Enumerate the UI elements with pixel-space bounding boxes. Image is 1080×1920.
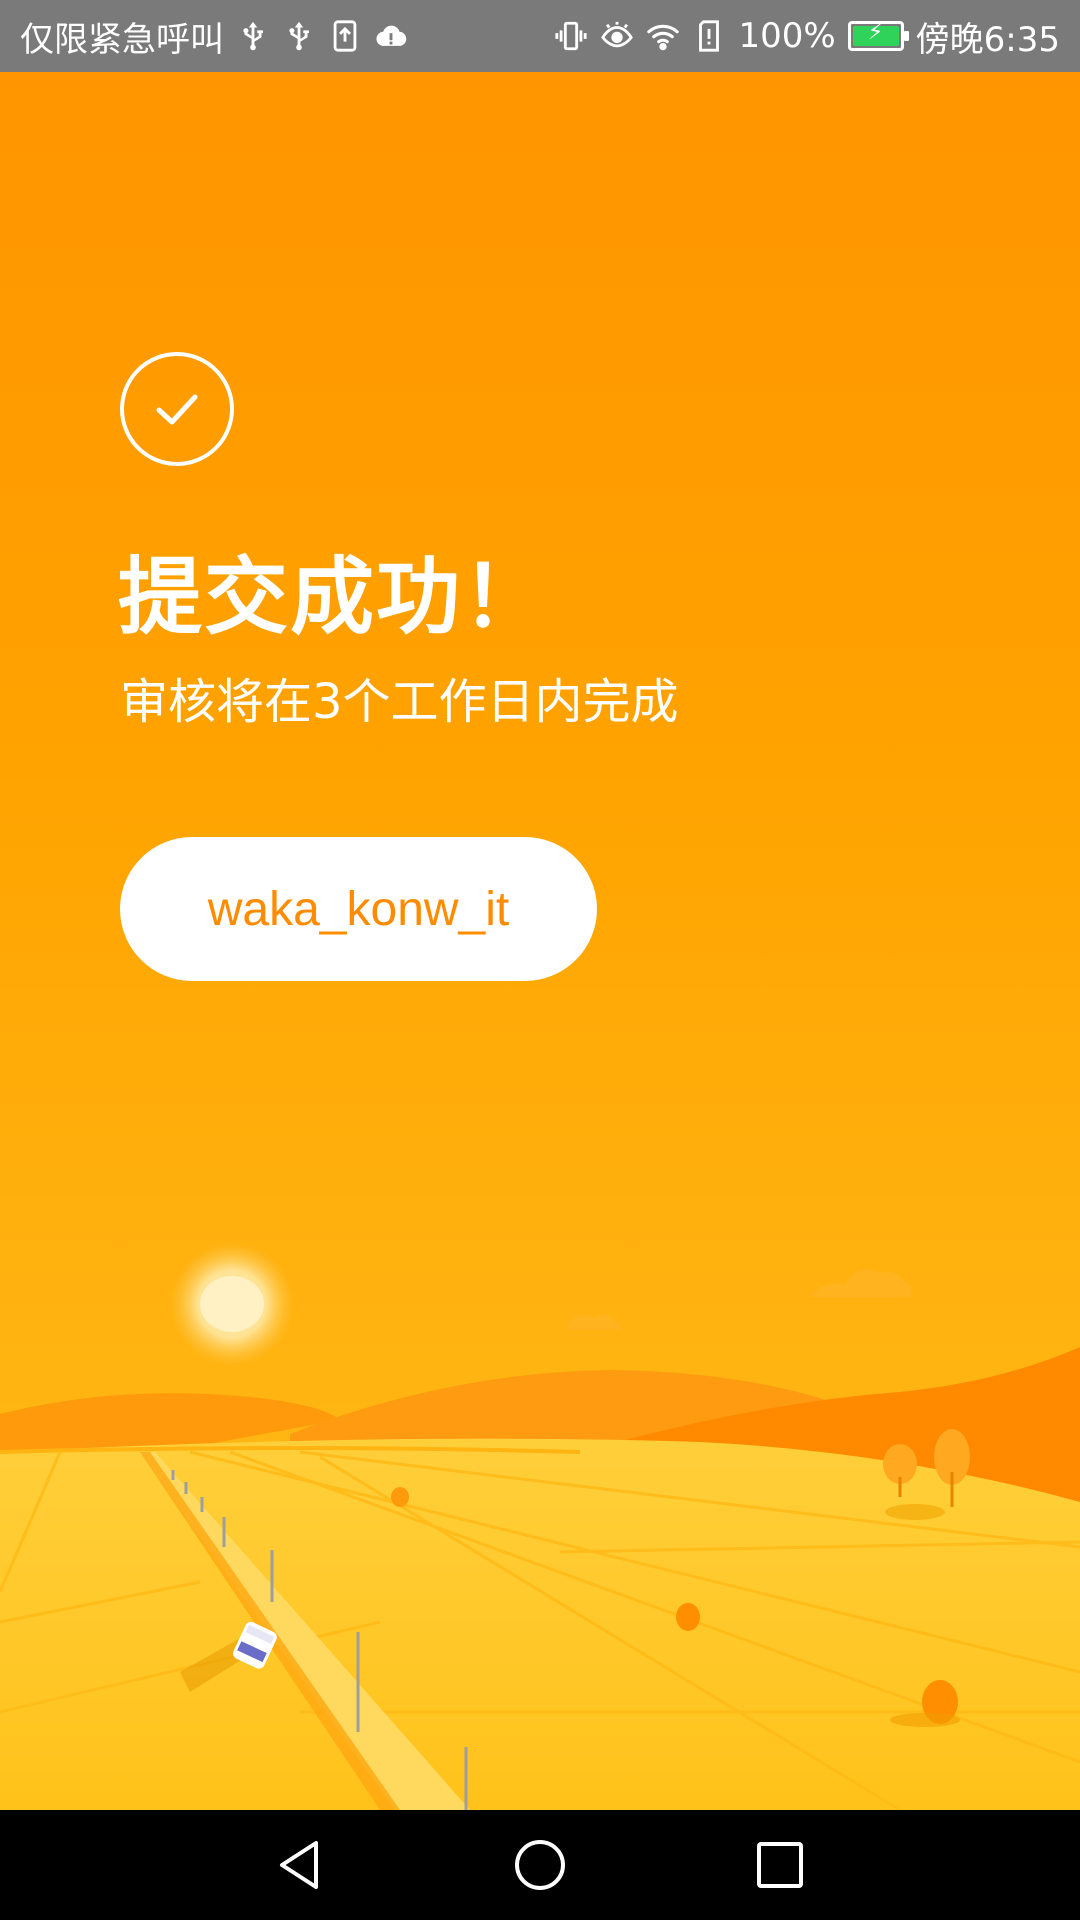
carrier-text: 仅限紧急呼叫 <box>20 19 224 60</box>
got-it-button[interactable]: waka_konw_it <box>120 837 597 981</box>
wifi-icon <box>646 17 680 55</box>
cloud-alert-icon <box>374 17 408 55</box>
screen: 仅限紧急呼叫 100% ⚡ 傍晚6:35 提交成功！ 审核将在3个工作日内完成 … <box>0 0 1080 1920</box>
home-button[interactable] <box>510 1835 570 1895</box>
battery-percent: 100% <box>738 16 836 56</box>
back-icon <box>280 1841 318 1889</box>
battery-charging-icon: ⚡ <box>847 20 909 51</box>
charging-bolt-icon: ⚡ <box>867 20 884 45</box>
bush-icon <box>676 1603 700 1631</box>
navigation-bar <box>0 1810 1080 1920</box>
review-notice: 审核将在3个工作日内完成 <box>120 674 679 730</box>
upload-icon <box>328 17 362 55</box>
check-circle-icon <box>120 352 234 466</box>
recents-icon <box>757 1842 803 1888</box>
success-title: 提交成功！ <box>118 548 549 646</box>
home-icon <box>515 1840 565 1890</box>
landscape-illustration <box>0 1242 1080 1810</box>
usb-icon <box>282 17 316 55</box>
success-page: 提交成功！ 审核将在3个工作日内完成 waka_konw_it <box>0 72 1080 1810</box>
sun-core <box>200 1276 264 1332</box>
eye-icon <box>600 17 634 55</box>
status-bar-right: 100% ⚡ 傍晚6:35 <box>554 12 1060 61</box>
cloud-icon <box>810 1269 912 1297</box>
cloud-icon <box>568 1314 621 1330</box>
clock: 傍晚6:35 <box>915 19 1060 60</box>
sim-alert-icon <box>692 17 726 55</box>
vibrate-icon <box>554 17 588 55</box>
back-button[interactable] <box>270 1835 330 1895</box>
bush-icon <box>391 1487 409 1507</box>
status-bar-left: 仅限紧急呼叫 <box>20 12 408 61</box>
recents-button[interactable] <box>750 1835 810 1895</box>
field <box>0 1438 1080 1810</box>
status-bar: 仅限紧急呼叫 100% ⚡ 傍晚6:35 <box>0 0 1080 72</box>
usb-icon <box>236 17 270 55</box>
